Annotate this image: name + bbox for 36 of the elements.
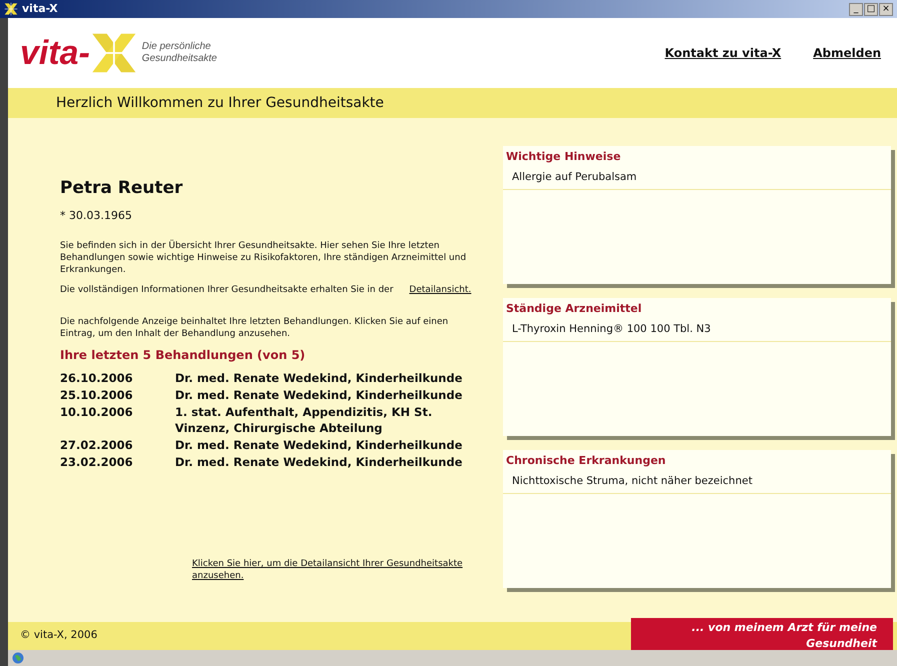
welcome-title: Herzlich Willkommen zu Ihrer Gesundheitsakte: [56, 94, 384, 112]
panel-title: Wichtige Hinweise: [505, 149, 622, 165]
globe-icon: [12, 652, 24, 664]
maximize-button[interactable]: □: [864, 2, 878, 16]
treatment-entry[interactable]: Dr. med. Renate Wedekind, Kinderheilkunde: [175, 437, 475, 453]
patient-name: Petra Reuter: [60, 177, 184, 200]
minimize-button[interactable]: _: [849, 2, 863, 16]
birth-date: * 30.03.1965: [60, 208, 133, 224]
detail-view-link[interactable]: Klicken Sie hier, um die Detailansicht Ihrer Gesundheitsakte anzusehen.: [192, 558, 472, 582]
panel-entry: Nichttoxische Struma, nicht näher bezeichnet: [503, 470, 891, 494]
treatments-heading: Ihre letzten 5 Behandlungen (von 5): [60, 347, 306, 364]
close-button[interactable]: ×: [879, 2, 893, 16]
treatment-entry[interactable]: Dr. med. Renate Wedekind, Kinderheilkunde: [175, 370, 475, 386]
panel-entry: Allergie auf Perubalsam: [503, 166, 891, 190]
detail-hint: Die vollständigen Informationen Ihrer Gesundheitsakte erhalten Sie in der: [60, 284, 394, 296]
treatment-entry[interactable]: 1. stat. Aufenthalt, Appendizitis, KH St. Vinzenz, Chirurgische Abteilung: [175, 404, 475, 436]
list-intro: Die nachfolgende Anzeige beinhaltet Ihre letzten Behandlungen. Klicken Sie auf einen Eintrag, um den Inhalt der Behandlung anzusehen.: [60, 316, 450, 340]
treatment-entry[interactable]: Dr. med. Renate Wedekind, Kinderheilkunde: [175, 454, 475, 470]
panel-title: Ständige Arzneimittel: [505, 301, 643, 317]
logo-wordmark: vita-: [20, 36, 90, 70]
treatment-date[interactable]: 27.02.2006: [60, 437, 175, 453]
treatment-date[interactable]: 10.10.2006: [60, 404, 175, 436]
panel-entry: L-Thyroxin Henning® 100 100 Tbl. N3: [503, 318, 891, 342]
copyright: © vita-X, 2006: [20, 628, 98, 644]
window-title: vita-X: [22, 0, 58, 17]
header-link[interactable]: Abmelden: [813, 44, 881, 62]
treatment-date[interactable]: 25.10.2006: [60, 387, 175, 403]
logo-tagline: Die persönliche Gesundheitsakte: [142, 40, 217, 66]
app-icon: [4, 2, 18, 16]
treatment-date[interactable]: 23.02.2006: [60, 454, 175, 470]
intro-paragraph: Sie befinden sich in der Übersicht Ihrer Gesundheitsakte. Hier sehen Sie Ihre letzten Behandlungen sowie wichtige Hinweise zu Risikofaktoren, Ihre ständigen Arzneimittel und Erkrankungen.: [60, 240, 468, 276]
header-link[interactable]: Kontakt zu vita-X: [664, 44, 782, 62]
treatment-date[interactable]: 26.10.2006: [60, 370, 175, 386]
panel-title: Chronische Erkrankungen: [505, 453, 667, 469]
detail-link[interactable]: Detailansicht.: [409, 284, 472, 296]
treatment-entry[interactable]: Dr. med. Renate Wedekind, Kinderheilkunde: [175, 387, 475, 403]
